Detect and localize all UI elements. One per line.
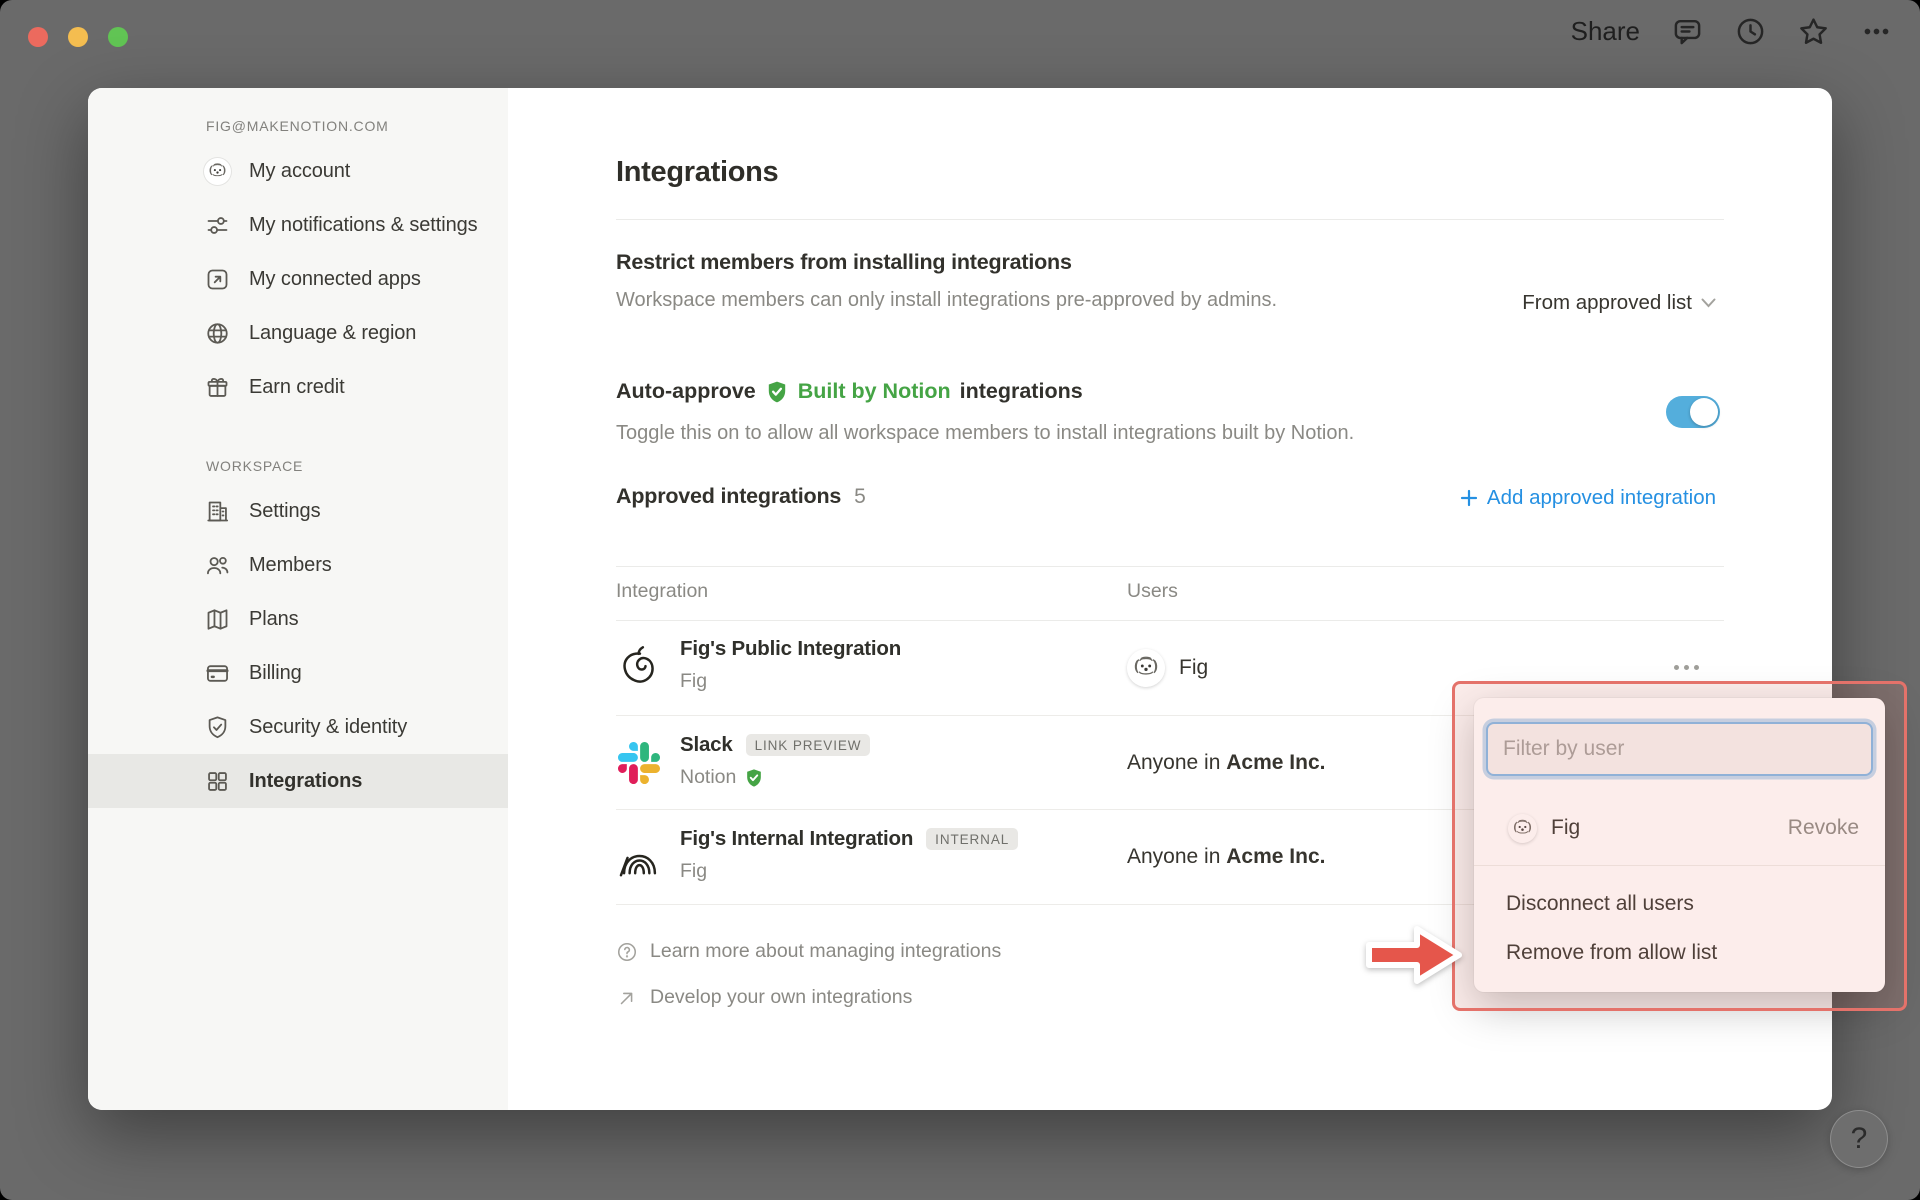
integration-subtitle: Fig — [680, 670, 708, 692]
built-by-notion-label: Built by Notion — [797, 379, 951, 403]
sidebar-item-settings[interactable]: Settings — [88, 484, 508, 538]
learn-more-link[interactable]: Learn more about managing integrations — [616, 940, 1001, 963]
arrow-up-right-icon — [620, 992, 633, 1004]
popup-user-name: Fig — [1551, 816, 1581, 839]
building-icon — [204, 498, 231, 525]
sidebar-item-language-region[interactable]: Language & region — [88, 306, 508, 360]
globe-icon — [204, 320, 231, 347]
auto-approve-heading: Auto-approve Built by Notion integration… — [616, 379, 1083, 404]
verified-shield-icon — [744, 768, 764, 788]
minimize-window-button[interactable] — [68, 27, 88, 47]
internal-badge: INTERNAL — [926, 828, 1019, 850]
approved-integrations-heading: Approved integrations 5 — [616, 484, 866, 508]
page-title: Integrations — [616, 156, 779, 188]
sidebar-item-earn-credit[interactable]: Earn credit — [88, 360, 508, 414]
revoke-button[interactable]: Revoke — [1788, 816, 1859, 840]
integration-users-popup: Fig Revoke Disconnect all users Remove f… — [1474, 698, 1885, 992]
zoom-window-button[interactable] — [108, 27, 128, 47]
toggle-knob — [1690, 398, 1718, 426]
sliders-icon — [204, 212, 231, 239]
user-avatar — [1508, 814, 1537, 843]
slack-logo-icon — [618, 742, 660, 784]
restrict-dropdown[interactable]: From approved list — [1522, 291, 1716, 315]
link-preview-badge: LINK PREVIEW — [745, 734, 871, 756]
restrict-description: Workspace members can only install integ… — [616, 289, 1278, 311]
develop-integrations-link[interactable]: Develop your own integrations — [616, 986, 912, 1009]
popup-user-row: Fig Revoke — [1474, 802, 1885, 854]
comments-icon[interactable] — [1672, 16, 1703, 47]
settings-sidebar: FIG@MAKENOTION.COM My account My notific… — [88, 88, 508, 1110]
fig-doodle-icon — [623, 645, 654, 683]
auto-approve-toggle[interactable] — [1666, 396, 1720, 428]
updates-clock-icon[interactable] — [1735, 16, 1766, 47]
workspace-section-label: WORKSPACE — [206, 458, 304, 474]
approved-count: 5 — [854, 485, 866, 508]
window-controls — [28, 27, 128, 47]
sidebar-item-security-identity[interactable]: Security & identity — [88, 700, 508, 754]
favorite-star-icon[interactable] — [1798, 16, 1829, 47]
column-header-users: Users — [1127, 580, 1178, 602]
sidebar-item-notifications-settings[interactable]: My notifications & settings — [88, 198, 508, 252]
help-circle-icon — [617, 942, 637, 961]
divider — [1474, 865, 1885, 866]
divider — [616, 219, 1724, 220]
account-email-label: FIG@MAKENOTION.COM — [206, 118, 389, 134]
workspace-menu: Settings Members Plans Billing Security … — [88, 484, 508, 808]
users-cell: Anyone in Acme Inc. — [1127, 750, 1326, 774]
sidebar-item-plans[interactable]: Plans — [88, 592, 508, 646]
more-options-icon[interactable] — [1861, 16, 1892, 47]
account-menu: My account My notifications & settings M… — [88, 144, 508, 414]
sidebar-item-connected-apps[interactable]: My connected apps — [88, 252, 508, 306]
restrict-dropdown-value: From approved list — [1522, 291, 1692, 314]
add-approved-integration-button[interactable]: Add approved integration — [1459, 486, 1716, 510]
sidebar-item-my-account[interactable]: My account — [88, 144, 508, 198]
help-button[interactable]: ? — [1830, 1110, 1888, 1168]
credit-card-icon — [204, 660, 231, 687]
filter-by-user-input[interactable] — [1486, 722, 1873, 776]
row-actions-button[interactable] — [1674, 658, 1708, 678]
sidebar-item-integrations[interactable]: Integrations — [88, 754, 508, 808]
divider — [616, 566, 1724, 567]
users-cell: Anyone in Acme Inc. — [1127, 845, 1326, 868]
shield-check-icon — [204, 714, 231, 741]
users-cell: Fig — [1127, 620, 1208, 715]
map-icon — [204, 606, 231, 633]
desktop-backdrop: Share FIG@MAKENOTION.COM My account My n… — [0, 0, 1920, 1200]
integration-name: Fig's Public Integration — [680, 637, 902, 660]
people-icon — [204, 552, 231, 579]
arrow-up-right-square-icon — [204, 266, 231, 293]
disconnect-all-users-item[interactable]: Disconnect all users — [1474, 880, 1885, 928]
verified-shield-icon — [765, 380, 789, 404]
grid-icon — [204, 768, 231, 795]
titlebar-actions: Share — [1571, 8, 1892, 54]
sidebar-item-billing[interactable]: Billing — [88, 646, 508, 700]
sidebar-item-members[interactable]: Members — [88, 538, 508, 592]
arches-doodle-icon — [619, 855, 657, 877]
user-avatar — [204, 158, 231, 185]
auto-approve-description: Toggle this on to allow all workspace me… — [616, 422, 1355, 444]
chevron-down-icon — [1701, 298, 1716, 308]
column-header-integration: Integration — [616, 580, 709, 602]
share-button[interactable]: Share — [1571, 16, 1640, 47]
restrict-heading: Restrict members from installing integra… — [616, 250, 1072, 274]
gift-icon — [204, 374, 231, 401]
user-avatar — [1127, 649, 1165, 687]
plus-icon — [1460, 489, 1478, 507]
remove-from-allow-list-item[interactable]: Remove from allow list — [1474, 929, 1885, 977]
close-window-button[interactable] — [28, 27, 48, 47]
